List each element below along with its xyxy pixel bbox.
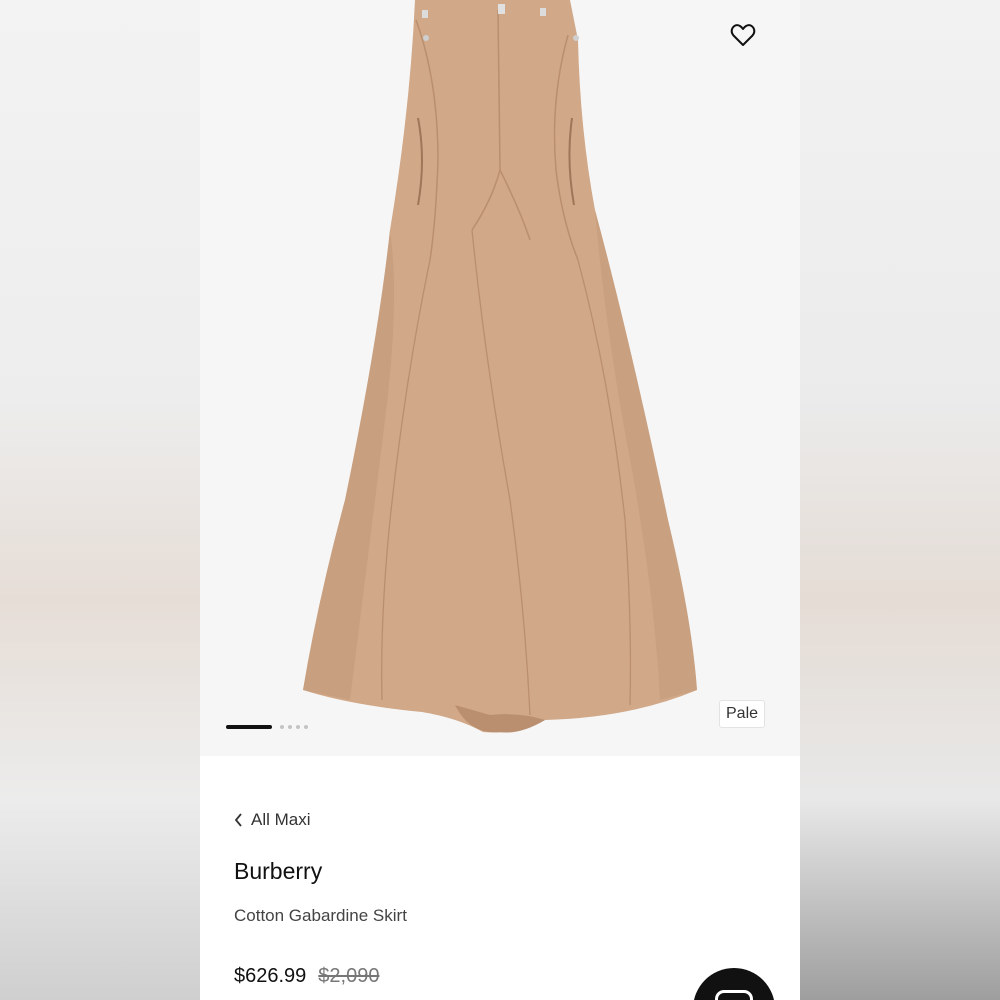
breadcrumb-back-link[interactable]: All Maxi	[234, 810, 311, 830]
product-brand[interactable]: Burberry	[234, 858, 322, 885]
slide-dot[interactable]	[280, 725, 284, 729]
blurred-background-right	[800, 0, 1000, 1000]
slide-dot[interactable]	[296, 725, 300, 729]
chat-bubble-icon	[715, 990, 753, 1000]
price-row: $626.99 $2,090	[234, 965, 379, 988]
product-image-gallery[interactable]: Pale	[200, 0, 800, 756]
product-name: Cotton Gabardine Skirt	[234, 906, 407, 925]
chevron-left-icon	[234, 813, 242, 827]
chat-button[interactable]	[693, 968, 775, 1000]
original-price: $2,090	[318, 965, 380, 987]
product-page: Pale All Maxi Burberry Cotton Gabardine …	[200, 0, 800, 1000]
heart-outline-icon	[730, 24, 756, 46]
sale-price: $626.99	[234, 965, 307, 987]
slide-dot-active[interactable]	[226, 725, 272, 729]
slide-indicator[interactable]	[226, 724, 308, 730]
blurred-background-left	[0, 0, 200, 1000]
slide-dot[interactable]	[288, 725, 292, 729]
wishlist-button[interactable]	[726, 18, 760, 52]
slide-dot[interactable]	[304, 725, 308, 729]
breadcrumb-label: All Maxi	[251, 810, 311, 829]
color-badge: Pale	[719, 700, 766, 728]
product-image	[303, 0, 697, 733]
